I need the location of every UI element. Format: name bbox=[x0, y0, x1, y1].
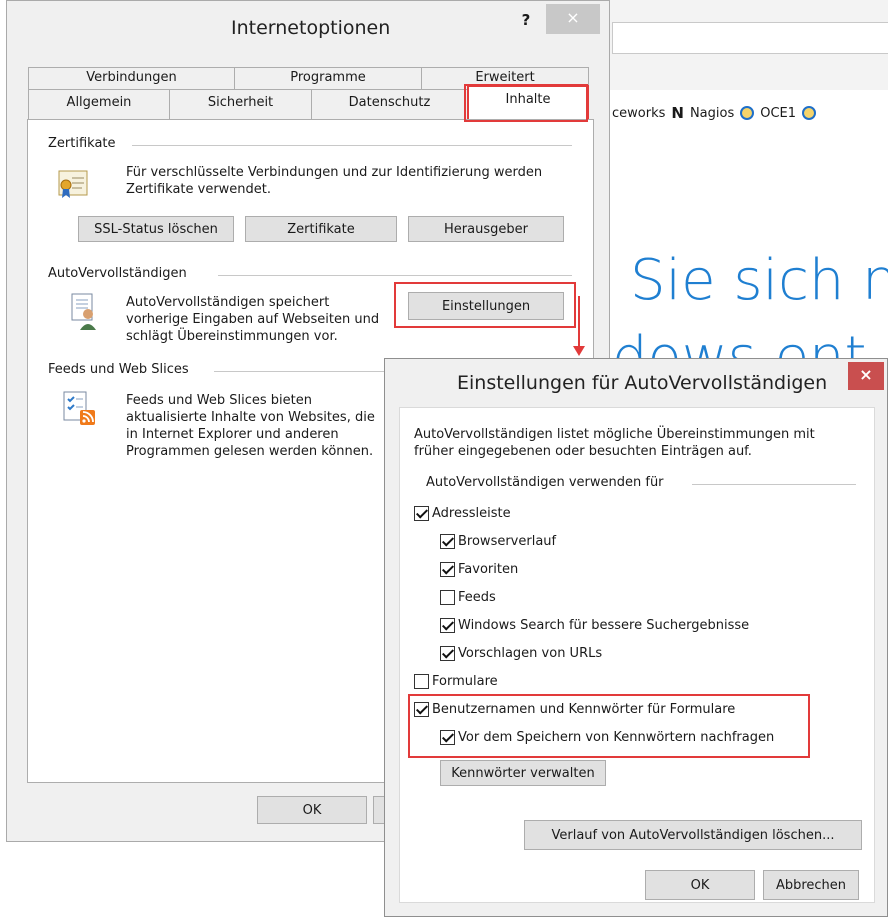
dialog-title: Internetoptionen bbox=[231, 17, 391, 39]
checkbox-label: Vorschlagen von URLs bbox=[458, 646, 603, 661]
autocomplete-group-label: AutoVervollständigen bbox=[48, 266, 187, 281]
checkbox-label: Formulare bbox=[432, 674, 498, 689]
checkbox-label: Benutzernamen und Kennwörter für Formula… bbox=[432, 702, 736, 717]
browser-address-bar[interactable] bbox=[612, 22, 888, 54]
checkbox-url-suggestions[interactable]: Vorschlagen von URLs bbox=[440, 646, 602, 661]
ssl-status-clear-button[interactable]: SSL-Status löschen bbox=[78, 216, 234, 242]
nagios-icon: N bbox=[671, 104, 684, 122]
autocomplete-description: AutoVervollständigen speichert vorherige… bbox=[126, 295, 380, 344]
dialog-titlebar: Internetoptionen ? × bbox=[7, 1, 609, 57]
feeds-group-label: Feeds und Web Slices bbox=[48, 362, 189, 377]
checkbox-browserverlauf[interactable]: Browserverlauf bbox=[440, 534, 556, 549]
feeds-icon bbox=[62, 390, 96, 425]
clear-autocomplete-history-button[interactable]: Verlauf von AutoVervollständigen löschen… bbox=[524, 820, 862, 850]
autocomplete-settings-dialog: Einstellungen für AutoVervollständigen ×… bbox=[384, 358, 888, 917]
intro-text: AutoVervollständigen listet mögliche Übe… bbox=[414, 427, 815, 459]
ok-button[interactable]: OK bbox=[257, 796, 367, 824]
tab-datenschutz[interactable]: Datenschutz bbox=[311, 89, 468, 119]
checkbox-label: Windows Search für bessere Suchergebniss… bbox=[458, 618, 750, 633]
checkbox-label: Browserverlauf bbox=[458, 534, 557, 549]
certificates-group-label: Zertifikate bbox=[48, 136, 116, 151]
checkbox-box[interactable] bbox=[440, 730, 455, 745]
tab-verbindungen[interactable]: Verbindungen bbox=[28, 67, 235, 89]
highlight-frame bbox=[464, 84, 588, 122]
certificates-description: Für verschlüsselte Verbindungen und zur … bbox=[126, 165, 543, 197]
publishers-button[interactable]: Herausgeber bbox=[408, 216, 564, 242]
checkbox-label: Favoriten bbox=[458, 562, 519, 577]
ie-icon bbox=[802, 106, 817, 120]
checkbox-feeds[interactable]: Feeds bbox=[440, 590, 496, 605]
checkbox-box[interactable] bbox=[414, 702, 429, 717]
ok-button[interactable]: OK bbox=[645, 870, 755, 900]
feeds-description: Feeds und Web Slices bieten aktualisiert… bbox=[126, 393, 375, 459]
checkbox-label: Adressleiste bbox=[432, 506, 511, 521]
tab-programme[interactable]: Programme bbox=[234, 67, 422, 89]
arrow-head bbox=[573, 346, 585, 356]
checkbox-adressleiste[interactable]: Adressleiste bbox=[414, 506, 511, 521]
usage-group-label: AutoVervollständigen verwenden für bbox=[426, 475, 664, 490]
checkbox-box[interactable] bbox=[440, 646, 455, 661]
checkbox-box[interactable] bbox=[440, 618, 455, 633]
close-button[interactable]: × bbox=[848, 362, 884, 390]
checkbox-box[interactable] bbox=[414, 674, 429, 689]
favorite-link[interactable]: OCE1 bbox=[760, 106, 796, 121]
certificate-icon bbox=[56, 168, 90, 202]
divider bbox=[132, 145, 572, 146]
checkbox-box[interactable] bbox=[414, 506, 429, 521]
checkbox-formulare[interactable]: Formulare bbox=[414, 674, 498, 689]
arrow-line bbox=[578, 296, 580, 350]
close-button[interactable]: × bbox=[546, 4, 600, 34]
checkbox-label: Feeds bbox=[458, 590, 496, 605]
ie-icon bbox=[740, 106, 755, 120]
favorite-link[interactable]: ceworks bbox=[612, 106, 665, 121]
checkbox-usernames-passwords[interactable]: Benutzernamen und Kennwörter für Formula… bbox=[414, 702, 735, 717]
autocomplete-icon bbox=[68, 292, 102, 330]
checkbox-ask-before-saving[interactable]: Vor dem Speichern von Kennwörtern nachfr… bbox=[440, 730, 774, 745]
tab-allgemein[interactable]: Allgemein bbox=[28, 89, 170, 119]
checkbox-label: Vor dem Speichern von Kennwörtern nachfr… bbox=[458, 730, 775, 745]
checkbox-box[interactable] bbox=[440, 590, 455, 605]
checkbox-favoriten[interactable]: Favoriten bbox=[440, 562, 518, 577]
checkbox-windows-search[interactable]: Windows Search für bessere Suchergebniss… bbox=[440, 618, 749, 633]
page-headline: Sie sich n bbox=[630, 248, 888, 313]
manage-passwords-button[interactable]: Kennwörter verwalten bbox=[440, 760, 606, 786]
favorite-link[interactable]: Nagios bbox=[690, 106, 734, 121]
divider bbox=[692, 484, 856, 485]
settings-panel: AutoVervollständigen listet mögliche Übe… bbox=[399, 407, 875, 903]
highlight-frame bbox=[394, 282, 576, 328]
favorites-bar: ceworks N Nagios OCE1 bbox=[612, 96, 888, 130]
tab-sicherheit[interactable]: Sicherheit bbox=[169, 89, 312, 119]
cancel-button[interactable]: Abbrechen bbox=[763, 870, 859, 900]
certificates-button[interactable]: Zertifikate bbox=[245, 216, 397, 242]
help-button[interactable]: ? bbox=[513, 9, 539, 35]
checkbox-box[interactable] bbox=[440, 562, 455, 577]
checkbox-box[interactable] bbox=[440, 534, 455, 549]
dialog-title: Einstellungen für AutoVervollständigen bbox=[457, 372, 828, 394]
dialog-titlebar: Einstellungen für AutoVervollständigen × bbox=[385, 359, 887, 407]
divider bbox=[218, 275, 572, 276]
